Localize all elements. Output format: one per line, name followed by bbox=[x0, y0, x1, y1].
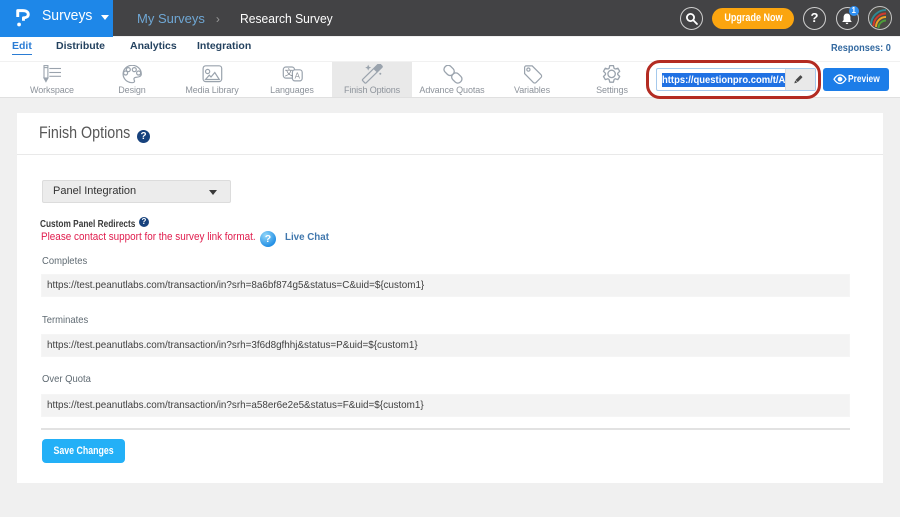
svg-text:A: A bbox=[295, 72, 301, 81]
svg-text:文: 文 bbox=[285, 67, 294, 77]
